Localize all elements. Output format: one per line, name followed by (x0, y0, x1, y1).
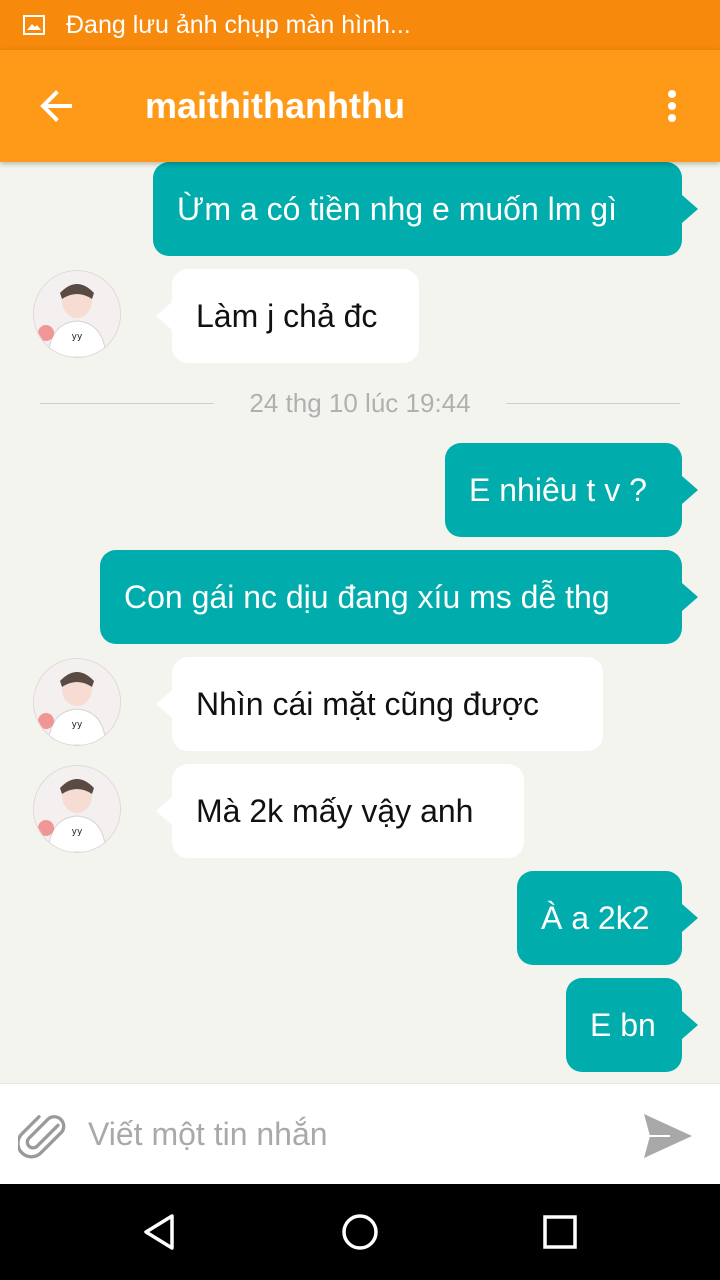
message-composer (0, 1083, 720, 1185)
more-vert-icon[interactable] (660, 86, 684, 126)
message-incoming[interactable]: Nhìn cái mặt cũng được (156, 657, 603, 751)
message-incoming[interactable]: Làm j chả đc (156, 269, 419, 363)
send-icon[interactable] (640, 1108, 696, 1164)
avatar[interactable]: yy (34, 271, 120, 357)
arrow-left-icon[interactable] (36, 86, 76, 126)
status-bar: Đang lưu ảnh chụp màn hình... (0, 0, 720, 50)
nav-back-icon[interactable] (140, 1212, 180, 1252)
divider-line (506, 403, 680, 404)
message-incoming[interactable]: Mà 2k mấy vậy anh (156, 764, 524, 858)
svg-text:yy: yy (72, 332, 83, 342)
avatar-image: yy (34, 271, 120, 357)
app-bar: maithithanhthu (0, 50, 720, 162)
nav-home-icon[interactable] (340, 1212, 380, 1252)
message-input[interactable] (88, 1106, 618, 1162)
avatar[interactable]: yy (34, 659, 120, 745)
svg-text:yy: yy (72, 720, 83, 730)
contact-name[interactable]: maithithanhthu (145, 85, 405, 127)
message-outgoing[interactable]: À a 2k2 (517, 871, 698, 965)
avatar-image: yy (34, 766, 120, 852)
message-outgoing[interactable]: Con gái nc dịu đang xíu ms dễ thg (100, 550, 698, 644)
navigation-bar (0, 1184, 720, 1280)
nav-recents-icon[interactable] (540, 1212, 580, 1252)
message-list[interactable]: Ừm a có tiền nhg e muốn lm gì yy Làm j c… (0, 162, 720, 1082)
avatar[interactable]: yy (34, 766, 120, 852)
paperclip-icon[interactable] (18, 1110, 70, 1162)
image-icon (23, 15, 45, 35)
svg-text:yy: yy (72, 827, 83, 837)
message-outgoing[interactable]: E nhiêu t v ? (445, 443, 698, 537)
message-outgoing[interactable]: E bn (566, 978, 698, 1072)
timestamp-divider: 24 thg 10 lúc 19:44 (0, 388, 720, 418)
avatar-image: yy (34, 659, 120, 745)
status-text: Đang lưu ảnh chụp màn hình... (66, 10, 411, 39)
message-outgoing[interactable]: Ừm a có tiền nhg e muốn lm gì (153, 162, 698, 256)
